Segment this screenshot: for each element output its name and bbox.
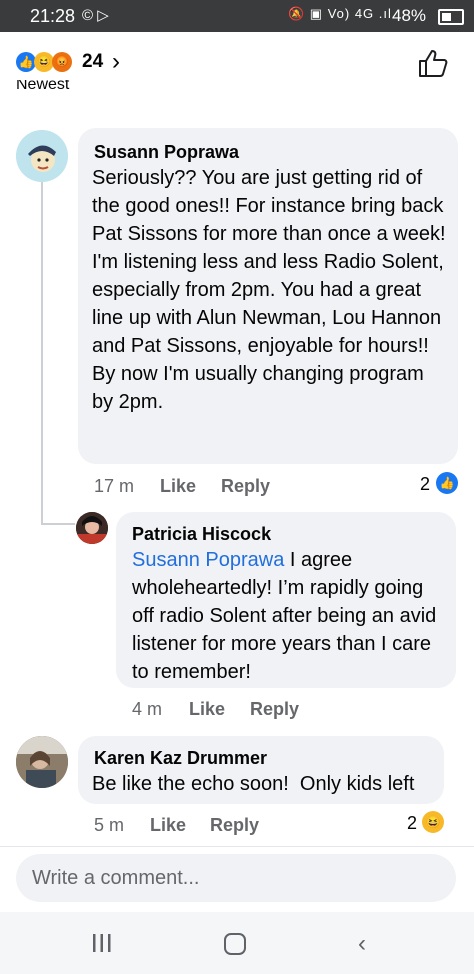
comment-author[interactable]: Patricia Hiscock [132, 524, 271, 545]
signal-icons: 🔕 ▣ Vo) 4G .ıl [288, 6, 392, 21]
comment-meta: 17 m [94, 476, 134, 497]
avatar[interactable] [76, 512, 108, 544]
comment-time: 5 m [94, 815, 125, 835]
comment-input-placeholder[interactable]: Write a comment... [32, 867, 199, 890]
thread-line-branch [41, 523, 75, 525]
chevron-right-icon[interactable]: › [112, 48, 120, 76]
divider [0, 846, 474, 847]
avatar[interactable] [16, 130, 68, 182]
notification-icons: © ▷ [82, 7, 109, 24]
status-bar: 21:28 © ▷ 🔕 ▣ Vo) 4G .ıl 48% [0, 0, 474, 32]
comment-text: Seriously?? You are just getting rid of … [92, 167, 446, 413]
status-time: 21:28 [30, 6, 76, 26]
comment-time: 4 m [132, 699, 163, 719]
comment-time: 17 m [94, 476, 135, 496]
like-button[interactable]: Like [189, 699, 225, 720]
reply-text: Susann Poprawa I agree wholeheartedly! I… [132, 546, 448, 686]
like-thumb-icon[interactable] [414, 48, 450, 78]
reply-bubble[interactable]: Patricia Hiscock Susann Poprawa I agree … [116, 512, 456, 688]
laugh-reaction-icon[interactable]: 😆 [422, 811, 444, 833]
comment-text: Be like the echo soon! Only kids left [92, 773, 415, 795]
comment-bubble[interactable]: Susann Poprawa Seriously?? You are just … [78, 128, 458, 464]
thread-line [41, 180, 43, 525]
like-button[interactable]: Like [150, 815, 186, 836]
battery-icon [438, 9, 464, 25]
reply-button[interactable]: Reply [210, 815, 259, 836]
comment-author[interactable]: Karen Kaz Drummer [94, 748, 267, 769]
reply-button[interactable]: Reply [250, 699, 299, 720]
angry-reaction-icon[interactable]: 😡 [52, 52, 72, 72]
comment-author[interactable]: Susann Poprawa [94, 142, 239, 163]
mention-link[interactable]: Susann Poprawa [132, 549, 284, 571]
comment-bubble[interactable]: Karen Kaz Drummer Be like the echo soon!… [78, 736, 444, 804]
recent-apps-icon[interactable] [92, 933, 112, 953]
reaction-count[interactable]: 24 [82, 51, 103, 73]
laugh-reaction-icon[interactable]: 😆 [34, 52, 54, 72]
reaction-count[interactable]: 2 [420, 474, 430, 495]
reaction-count[interactable]: 2 [407, 813, 417, 834]
like-reaction-icon[interactable]: 👍 [436, 472, 458, 494]
like-reaction-icon[interactable]: 👍 [16, 52, 36, 72]
back-icon[interactable]: ‹ [358, 930, 366, 958]
comment-composer[interactable]: Write a comment... [16, 854, 456, 902]
sort-label-cut: Newest [16, 80, 70, 90]
reply-button[interactable]: Reply [221, 476, 270, 497]
battery-percent: 48% [392, 6, 427, 25]
home-icon[interactable] [224, 933, 246, 955]
like-button[interactable]: Like [160, 476, 196, 497]
avatar[interactable] [16, 736, 68, 788]
